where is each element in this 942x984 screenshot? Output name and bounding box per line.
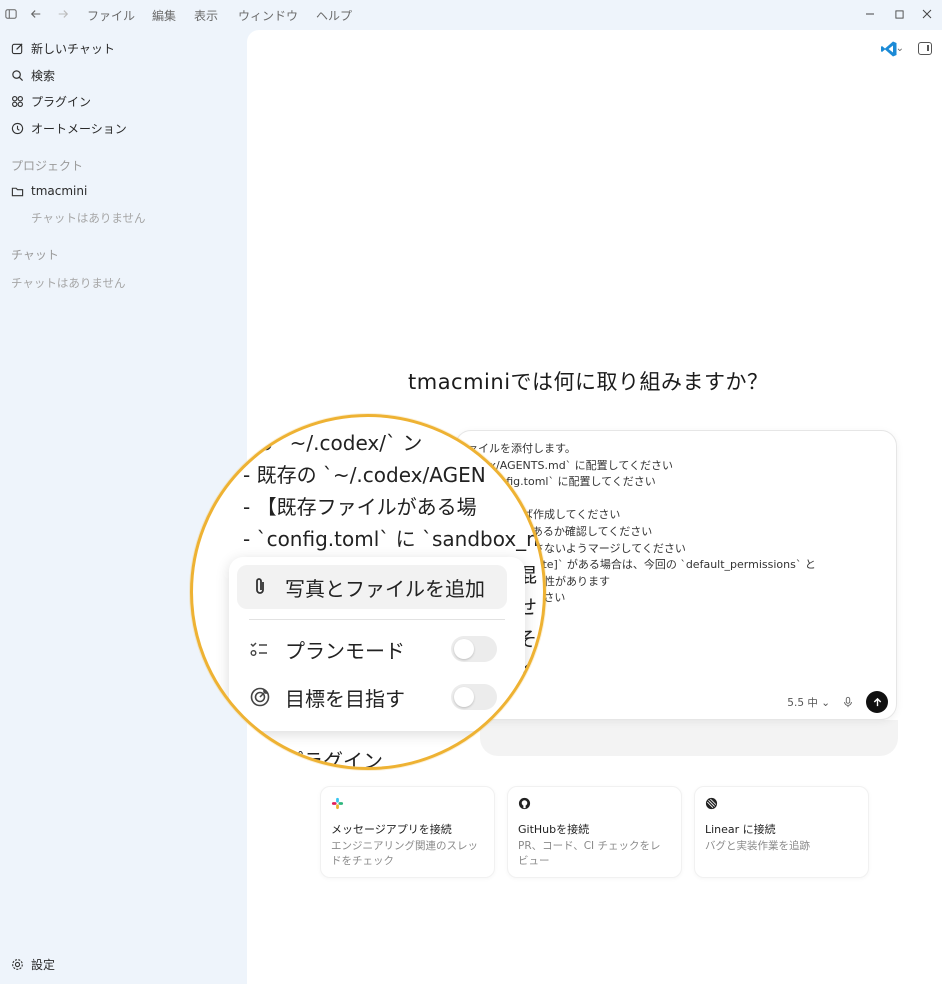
composer-line: ファイルを添付します。: [456, 442, 576, 455]
model-selector[interactable]: 5.5 中 ⌄: [787, 695, 830, 710]
menu-item-label: プランモード: [285, 638, 405, 663]
plugin-card-messaging[interactable]: メッセージアプリを接続 エンジニアリング関連のスレッドをチェック: [320, 786, 495, 878]
title-bar: ファイル 編集 表示 ウィンドウ ヘルプ: [0, 0, 942, 30]
model-label: 5.5 中: [787, 696, 818, 709]
settings-label: 設定: [31, 957, 56, 972]
checklist-icon: [250, 642, 267, 656]
menu-view[interactable]: 表示: [194, 7, 218, 24]
close-icon[interactable]: [917, 4, 937, 24]
clock-icon: [11, 122, 24, 134]
card-description: エンジニアリング関連のスレッドをチェック: [331, 840, 478, 867]
chevron-down-icon: ⌄: [821, 696, 830, 709]
sidebar-item-label: 新しいチャット: [31, 41, 115, 56]
edit-icon: [11, 42, 23, 54]
project-empty-note: チャットはありません: [31, 211, 146, 225]
magnified-line: - 【既存ファイルがある場: [243, 495, 477, 519]
folder-icon: [11, 187, 24, 196]
card-title: メッセージアプリを接続: [331, 823, 452, 836]
composer-footer-bar: [480, 720, 898, 756]
menu-file[interactable]: ファイル: [87, 7, 135, 24]
menu-help[interactable]: ヘルプ: [316, 7, 352, 24]
github-icon: [518, 797, 531, 810]
menu-window[interactable]: ウィンドウ: [238, 7, 298, 24]
sidebar-item-automation[interactable]: オートメーション: [11, 117, 127, 139]
attachment-menu: 写真とファイルを追加 プランモード 目標を目指す: [229, 557, 525, 731]
target-icon: [250, 687, 270, 707]
composer-toolbar: 5.5 中 ⌄: [787, 691, 888, 713]
send-button[interactable]: [866, 691, 888, 713]
microphone-icon[interactable]: [842, 696, 854, 708]
sidebar-item-plugins[interactable]: プラグイン: [11, 90, 91, 112]
projects-section-label: プロジェクト: [11, 159, 84, 173]
card-title: Linear に接続: [705, 823, 776, 836]
panel-toggle-icon[interactable]: [918, 42, 932, 55]
arrow-up-icon: [873, 697, 881, 706]
magnified-plugins-label: プラグイン: [283, 749, 383, 770]
sidebar-item-label: オートメーション: [31, 121, 127, 136]
chats-section-label: チャット: [11, 248, 59, 262]
plugin-card-github[interactable]: GitHubを接続 PR、コード、CI チェックをレビュー: [507, 786, 682, 878]
goal-toggle[interactable]: [451, 684, 497, 710]
menu-item-label: 目標を目指す: [285, 686, 405, 711]
slack-icon: [331, 797, 344, 810]
sidebar-item-label: 検索: [31, 68, 56, 83]
composer-line: /.codex/AGENTS.md` に配置してください: [456, 458, 674, 472]
minimize-icon[interactable]: [860, 4, 880, 24]
maximize-icon[interactable]: [889, 4, 909, 24]
menu-edit[interactable]: 編集: [152, 7, 176, 24]
project-name: tmacmini: [31, 184, 88, 198]
magnified-line: - 9 `~/.codex/` ン: [247, 431, 423, 455]
card-description: PR、コード、CI チェックをレビュー: [518, 840, 661, 867]
magnifier-overlay: - 9 `~/.codex/` ン - 既存の `~/.codex/AGEN -…: [190, 414, 546, 770]
settings-button[interactable]: 設定: [11, 953, 55, 975]
menu-item-label: 写真とファイルを追加: [285, 576, 485, 601]
gear-icon: [12, 958, 23, 970]
plan-mode-item[interactable]: プランモード: [237, 627, 507, 671]
page-title: tmacminiでは何に取り組みますか？: [408, 370, 769, 394]
sidebar-item-new-chat[interactable]: 新しいチャット: [11, 37, 115, 59]
magnified-line: - 既存の `~/.codex/AGEN: [243, 463, 486, 487]
paperclip-icon: [256, 578, 264, 594]
sidebar-project-tmacmini[interactable]: tmacmini: [11, 180, 87, 202]
back-arrow-icon[interactable]: [29, 7, 43, 21]
goal-item[interactable]: 目標を目指す: [237, 675, 507, 719]
forward-arrow-icon[interactable]: [56, 7, 70, 21]
search-icon: [12, 69, 24, 81]
sidebar-item-label: プラグイン: [31, 94, 92, 109]
menu-divider: [249, 619, 505, 620]
card-description: バグと実装作業を追跡: [705, 840, 810, 852]
sidebar: 新しいチャット 検索 プラグイン オートメーション プロジェクト tmacmin…: [0, 30, 247, 984]
plugin-card-linear[interactable]: Linear に接続 バグと実装作業を追跡: [694, 786, 869, 878]
plan-mode-toggle[interactable]: [451, 636, 497, 662]
magnified-line: - `config.toml` に `sandbox_m: [243, 527, 546, 551]
add-photos-files-item[interactable]: 写真とファイルを追加: [237, 565, 507, 609]
sidebar-toggle-icon[interactable]: [4, 7, 18, 21]
chats-empty-note: チャットはありません: [11, 276, 126, 290]
linear-icon: [705, 797, 718, 810]
card-title: GitHubを接続: [518, 823, 590, 836]
sidebar-item-search[interactable]: 検索: [11, 64, 55, 86]
plugins-icon: [12, 95, 23, 107]
chevron-down-icon[interactable]: ⌄: [896, 43, 904, 54]
